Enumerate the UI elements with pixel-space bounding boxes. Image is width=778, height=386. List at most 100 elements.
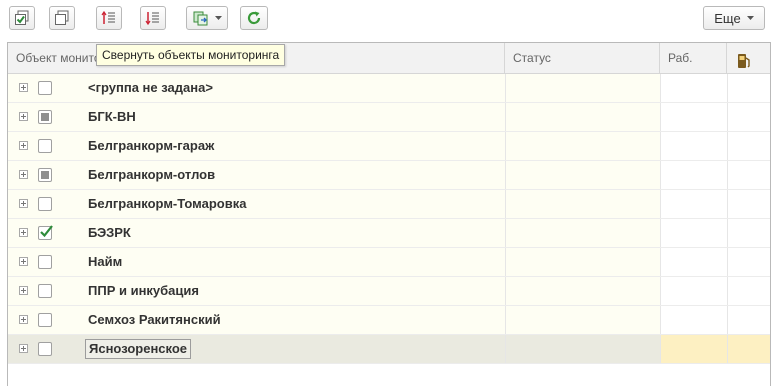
refresh-button[interactable] xyxy=(240,6,268,30)
expand-icon[interactable] xyxy=(19,112,28,121)
cell-work[interactable] xyxy=(660,306,727,334)
expand-icon[interactable] xyxy=(19,257,28,266)
object-name: БГК-ВН xyxy=(88,109,136,124)
cell-work[interactable] xyxy=(660,103,727,131)
cell-work[interactable] xyxy=(660,335,727,363)
cell-work[interactable] xyxy=(660,161,727,189)
cell-status[interactable] xyxy=(505,132,660,160)
table-row[interactable]: Яснозоренское xyxy=(8,335,770,364)
row-checkbox[interactable] xyxy=(38,342,52,356)
fuel-pump-icon xyxy=(737,50,751,73)
cell-object[interactable]: <группа не задана> xyxy=(8,74,505,102)
more-button[interactable]: Еще xyxy=(703,6,765,30)
cell-object[interactable]: Семхоз Ракитянский xyxy=(8,306,505,334)
check-all-icon xyxy=(14,10,30,26)
row-checkbox[interactable] xyxy=(38,197,52,211)
table-row[interactable]: Найм xyxy=(8,248,770,277)
cell-object[interactable]: Найм xyxy=(8,248,505,276)
row-checkbox[interactable] xyxy=(38,110,52,124)
expand-icon[interactable] xyxy=(19,286,28,295)
cell-fuel[interactable] xyxy=(727,161,770,189)
cell-work[interactable] xyxy=(660,190,727,218)
cell-fuel[interactable] xyxy=(727,335,770,363)
cell-fuel[interactable] xyxy=(727,219,770,247)
table-row[interactable]: БГК-ВН xyxy=(8,103,770,132)
object-name: ППР и инкубация xyxy=(88,283,199,298)
expand-objects-button[interactable] xyxy=(140,6,166,30)
cell-fuel[interactable] xyxy=(727,190,770,218)
expand-icon[interactable] xyxy=(19,170,28,179)
object-name: Яснозоренское xyxy=(85,339,192,359)
expand-icon[interactable] xyxy=(19,344,28,353)
column-header-status[interactable]: Статус xyxy=(505,43,660,73)
table-row[interactable]: <группа не задана> xyxy=(8,74,770,103)
cell-status[interactable] xyxy=(505,248,660,276)
cell-object[interactable]: Яснозоренское xyxy=(8,335,505,363)
cell-fuel[interactable] xyxy=(727,248,770,276)
cell-status[interactable] xyxy=(505,335,660,363)
cell-object[interactable]: БЭЗРК xyxy=(8,219,505,247)
cell-status[interactable] xyxy=(505,161,660,189)
table-row[interactable]: ППР и инкубация xyxy=(8,277,770,306)
more-label: Еще xyxy=(714,10,741,26)
object-name: <группа не задана> xyxy=(88,80,213,95)
cell-fuel[interactable] xyxy=(727,103,770,131)
row-checkbox[interactable] xyxy=(38,255,52,269)
row-checkbox[interactable] xyxy=(38,139,52,153)
expand-icon[interactable] xyxy=(19,141,28,150)
cell-work[interactable] xyxy=(660,248,727,276)
tooltip: Свернуть объекты мониторинга xyxy=(96,44,286,66)
collapse-objects-button[interactable] xyxy=(96,6,122,30)
row-checkbox[interactable] xyxy=(38,168,52,182)
check-all-button[interactable] xyxy=(9,6,35,30)
table-row[interactable]: Семхоз Ракитянский xyxy=(8,306,770,335)
expand-icon[interactable] xyxy=(19,199,28,208)
uncheck-all-icon xyxy=(54,10,70,26)
cell-work[interactable] xyxy=(660,277,727,305)
group-action-dropdown[interactable] xyxy=(186,6,228,30)
cell-status[interactable] xyxy=(505,190,660,218)
cell-status[interactable] xyxy=(505,219,660,247)
expand-icon[interactable] xyxy=(19,228,28,237)
table-row[interactable]: Белгранкорм-Томаровка xyxy=(8,190,770,219)
column-header-work[interactable]: Раб. xyxy=(660,43,727,73)
expand-icon[interactable] xyxy=(19,315,28,324)
object-name: Белгранкорм-отлов xyxy=(88,167,216,182)
cell-object[interactable]: БГК-ВН xyxy=(8,103,505,131)
cell-object[interactable]: Белгранкорм-отлов xyxy=(8,161,505,189)
cell-work[interactable] xyxy=(660,219,727,247)
cell-work[interactable] xyxy=(660,132,727,160)
row-checkbox[interactable] xyxy=(38,284,52,298)
cell-fuel[interactable] xyxy=(727,74,770,102)
cell-fuel[interactable] xyxy=(727,306,770,334)
toolbar: Еще xyxy=(0,0,778,40)
cell-status[interactable] xyxy=(505,277,660,305)
refresh-icon xyxy=(246,10,262,26)
table-row[interactable]: БЭЗРК xyxy=(8,219,770,248)
expand-icon[interactable] xyxy=(19,83,28,92)
cell-object[interactable]: Белгранкорм-Томаровка xyxy=(8,190,505,218)
object-name: Семхоз Ракитянский xyxy=(88,312,221,327)
uncheck-all-button[interactable] xyxy=(49,6,75,30)
partial-check-fill xyxy=(41,113,49,121)
cell-object[interactable]: ППР и инкубация xyxy=(8,277,505,305)
cell-work[interactable] xyxy=(660,74,727,102)
collapse-tree-icon xyxy=(101,10,117,26)
object-name: Белгранкорм-гараж xyxy=(88,138,215,153)
table-row[interactable]: Белгранкорм-отлов xyxy=(8,161,770,190)
chevron-down-icon xyxy=(214,15,222,21)
cell-object[interactable]: Белгранкорм-гараж xyxy=(8,132,505,160)
row-checkbox[interactable] xyxy=(38,81,52,95)
row-checkbox[interactable] xyxy=(38,313,52,327)
cell-status[interactable] xyxy=(505,306,660,334)
row-checkbox[interactable] xyxy=(38,225,53,240)
cell-fuel[interactable] xyxy=(727,132,770,160)
chevron-down-icon xyxy=(746,15,754,21)
group-action-icon xyxy=(193,10,211,26)
table-row[interactable]: Белгранкорм-гараж xyxy=(8,132,770,161)
object-name: БЭЗРК xyxy=(88,225,131,240)
cell-status[interactable] xyxy=(505,74,660,102)
column-header-fuel[interactable] xyxy=(727,43,770,73)
cell-status[interactable] xyxy=(505,103,660,131)
cell-fuel[interactable] xyxy=(727,277,770,305)
